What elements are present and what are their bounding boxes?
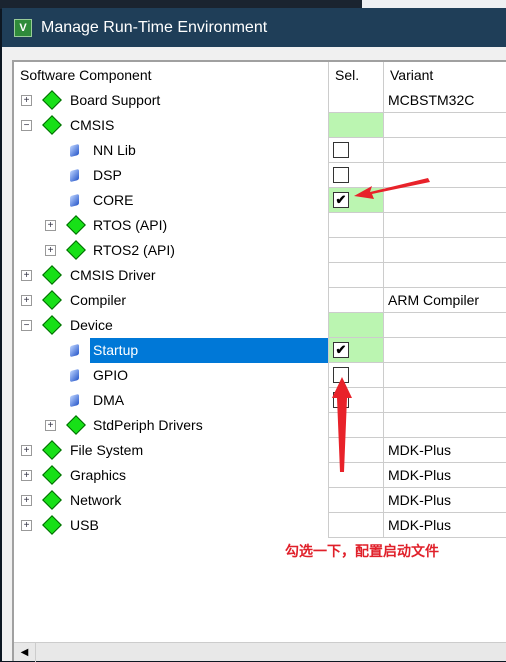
arrow-to-core xyxy=(354,178,430,199)
annotation-arrows xyxy=(332,178,430,472)
arrow-to-gpio xyxy=(332,377,352,472)
